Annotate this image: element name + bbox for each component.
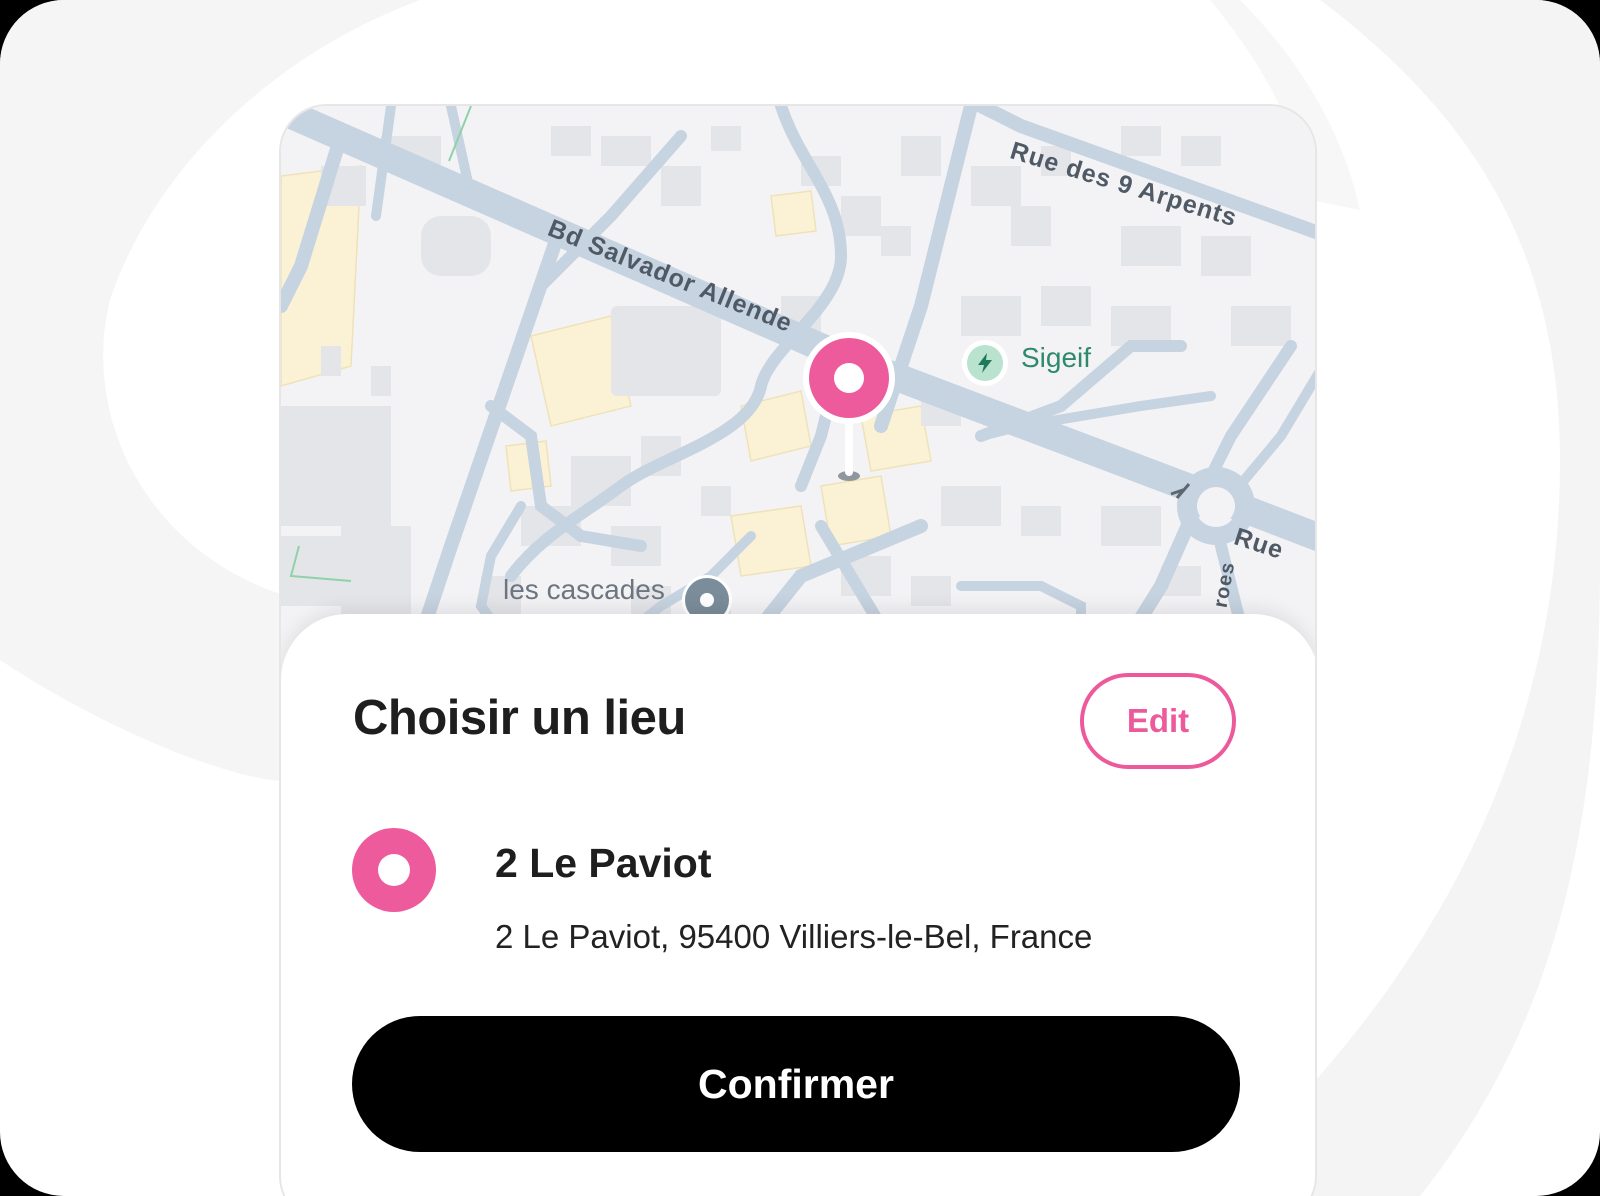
app-frame: Bd Salvador Allende Rue des 9 Arpents Ru… — [0, 0, 1600, 1196]
map-pin-icon[interactable] — [801, 330, 897, 490]
location-name: 2 Le Paviot — [495, 840, 712, 886]
sheet-title: Choisir un lieu — [353, 691, 686, 745]
phone-screen: Bd Salvador Allende Rue des 9 Arpents Ru… — [279, 104, 1317, 1196]
lightning-icon[interactable] — [964, 342, 1006, 384]
location-pin-icon — [352, 828, 436, 912]
confirm-button[interactable]: Confirmer — [352, 1016, 1240, 1152]
poi-label-les-cascades[interactable]: les cascades — [503, 574, 665, 606]
edit-button[interactable]: Edit — [1080, 673, 1236, 769]
location-address: 2 Le Paviot, 95400 Villiers-le-Bel, Fran… — [495, 918, 1093, 955]
poi-label-sigeif[interactable]: Sigeif — [1021, 342, 1091, 374]
location-sheet: Choisir un lieu Edit 2 Le Paviot 2 Le Pa… — [281, 614, 1315, 1196]
